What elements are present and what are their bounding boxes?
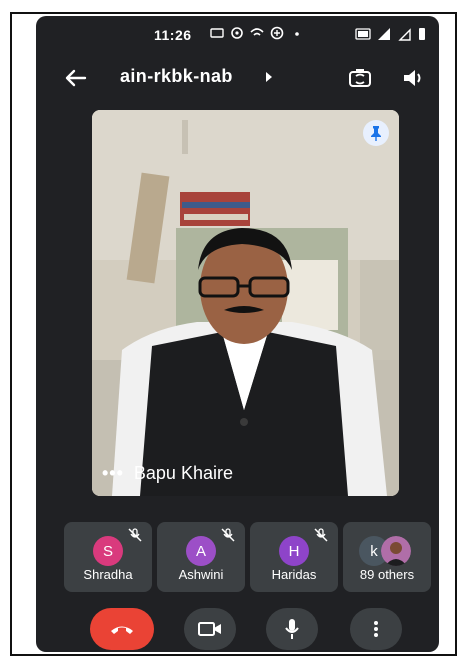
pin-icon [371,126,381,141]
battery-icon [419,28,425,40]
participant-name: Haridas [271,567,317,582]
end-call-button[interactable] [90,608,154,650]
pin-button[interactable] [363,120,389,146]
participant-tile[interactable]: S Shradha [64,522,152,592]
volte-icon [355,28,371,40]
avatar: A [186,536,216,566]
status-bar: 11:26 [36,22,439,50]
participant-tiles: S Shradha A Ashwini H Haridas k 89 other… [64,522,431,592]
speaker-icon[interactable] [400,65,426,91]
participant-name: Shradha [83,567,133,582]
others-tile[interactable]: k 89 others [343,522,431,592]
participant-tile[interactable]: A Ashwini [157,522,245,592]
video-camera-icon [198,622,221,636]
more-options-button[interactable] [350,608,402,650]
mic-off-icon [221,528,235,542]
data-signal-icon [398,28,411,41]
cast-icon [210,28,224,38]
notification-icons [210,26,304,40]
call-controls [36,608,439,652]
speaker-video-image [92,110,399,496]
more-vertical-icon [374,621,378,637]
mic-off-icon [314,528,328,542]
signal-icon [378,28,390,40]
others-label: 89 others [359,567,415,582]
photo-avatar [381,536,411,566]
participant-tile[interactable]: H Haridas [250,522,338,592]
speaker-name: Bapu Khaire [133,463,233,483]
speaker-name-bar: ••• Bapu Khaire [102,463,233,484]
participant-name: Ashwini [178,567,224,582]
microphone-button[interactable] [266,608,318,650]
camera-button[interactable] [184,608,236,650]
game-icon [270,26,284,40]
status-time: 11:26 [154,27,192,43]
switch-camera-icon[interactable] [346,64,374,92]
wifi-question-icon [250,28,264,36]
mic-off-icon [128,528,142,542]
caret-right-icon[interactable] [264,71,274,83]
more-options-icon[interactable]: ••• [102,463,124,484]
avatar: H [279,536,309,566]
avatar: S [93,536,123,566]
back-arrow-icon[interactable] [62,64,90,92]
call-top-bar: ain-rkbk-nab [36,60,439,96]
meeting-code[interactable]: ain-rkbk-nab [120,66,233,87]
system-icons [355,27,427,41]
microphone-icon [285,619,299,639]
meet-call-screen: 11:26 ain-rkbk-nab ••• Bapu Khaire S Shr… [36,16,439,652]
dot-icon [295,32,299,36]
hang-up-icon [111,626,133,634]
main-video-feed[interactable]: ••• Bapu Khaire [92,110,399,496]
settings-icon [231,27,243,39]
